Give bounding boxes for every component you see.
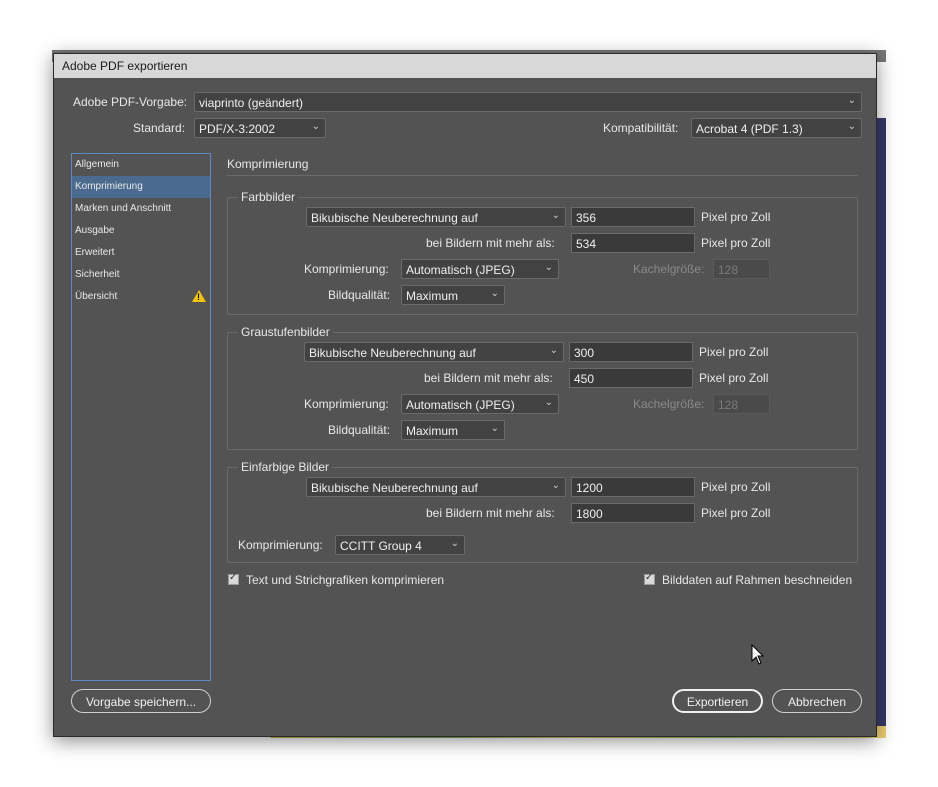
compat-value: Acrobat 4 (PDF 1.3) (696, 122, 803, 136)
sidebar-item-label: Komprimierung (75, 181, 143, 192)
sidebar-item-label: Allgemein (75, 159, 119, 170)
mono-images-title: Einfarbige Bilder (238, 460, 333, 474)
gray-tile-field[interactable]: 128 (713, 394, 770, 414)
color-images-title: Farbbilder (238, 190, 299, 204)
sidebar-item-label: Übersicht (75, 291, 118, 302)
gray-resample-select[interactable]: Bikubische Neuberechnung auf ⌄ (304, 342, 564, 362)
color-quality-select[interactable]: Maximum ⌄ (401, 285, 505, 305)
cancel-button[interactable]: Abbrechen (772, 689, 862, 713)
crop-image-checkbox[interactable] (644, 572, 655, 585)
color-above-unit: Pixel pro Zoll (701, 236, 771, 250)
sidebar-item-ausgabe[interactable]: Ausgabe (72, 220, 210, 242)
color-resample-value: Bikubische Neuberechnung auf (311, 211, 478, 225)
mono-resample-select[interactable]: Bikubische Neuberechnung auf ⌄ (306, 477, 566, 497)
mono-above-unit: Pixel pro Zoll (701, 506, 771, 520)
standard-label: Standard: (133, 121, 186, 135)
mono-compression-select[interactable]: CCITT Group 4 ⌄ (335, 535, 465, 555)
color-quality-label: Bildqualität: (328, 288, 391, 302)
chevron-down-icon: ⌄ (551, 210, 560, 221)
compat-select[interactable]: Acrobat 4 (PDF 1.3) ⌄ (691, 118, 862, 138)
gray-quality-value: Maximum (406, 424, 459, 438)
chevron-down-icon: ⌄ (551, 480, 560, 491)
chevron-down-icon: ⌄ (847, 95, 856, 106)
chevron-down-icon: ⌄ (847, 121, 856, 132)
sidebar-item-label: Erweitert (75, 247, 115, 258)
sidebar-nav: Allgemein Komprimierung Marken und Ansch… (71, 153, 211, 681)
section-title: Komprimierung (227, 157, 309, 171)
standard-select[interactable]: PDF/X-3:2002 ⌄ (194, 118, 326, 138)
color-resample-select[interactable]: Bikubische Neuberechnung auf ⌄ (306, 207, 566, 227)
sidebar-item-label: Ausgabe (75, 225, 115, 236)
color-compression-value: Automatisch (JPEG) (406, 263, 515, 277)
sidebar-item-allgemein[interactable]: Allgemein (72, 154, 210, 176)
chevron-down-icon: ⌄ (490, 288, 499, 299)
chevron-down-icon: ⌄ (544, 397, 553, 408)
color-compression-label: Komprimierung: (304, 262, 389, 276)
gray-ppi-field[interactable]: 300 (569, 342, 693, 362)
preset-label: Adobe PDF-Vorgabe: (73, 95, 188, 109)
gray-compression-label: Komprimierung: (304, 397, 389, 411)
mono-above-label: bei Bildern mit mehr als: (426, 506, 555, 520)
mono-above-field[interactable]: 1800 (571, 503, 695, 523)
sidebar-item-uebersicht[interactable]: Übersicht ! (72, 286, 210, 308)
warning-icon: ! (192, 290, 206, 302)
gray-above-field[interactable]: 450 (569, 368, 693, 388)
color-quality-value: Maximum (406, 289, 459, 303)
preset-select[interactable]: viaprinto (geändert) ⌄ (194, 92, 862, 112)
compat-label: Kompatibilität: (603, 121, 679, 135)
color-ppi-field[interactable]: 356 (571, 207, 695, 227)
gray-compression-value: Automatisch (JPEG) (406, 398, 515, 412)
section-divider (227, 175, 858, 176)
gray-quality-select[interactable]: Maximum ⌄ (401, 420, 505, 440)
mouse-cursor-icon (751, 644, 765, 665)
color-above-label: bei Bildern mit mehr als: (426, 236, 555, 250)
window-title: Adobe PDF exportieren (62, 59, 188, 73)
standard-value: PDF/X-3:2002 (199, 122, 276, 136)
color-tile-field[interactable]: 128 (713, 259, 770, 279)
gray-tile-label: Kachelgröße: (633, 397, 705, 411)
save-preset-button[interactable]: Vorgabe speichern... (71, 689, 211, 713)
compress-text-label: Text und Strichgrafiken komprimieren (246, 573, 445, 587)
sidebar-item-erweitert[interactable]: Erweitert (72, 242, 210, 264)
gray-resample-value: Bikubische Neuberechnung auf (309, 346, 476, 360)
color-tile-label: Kachelgröße: (633, 262, 705, 276)
color-ppi-unit: Pixel pro Zoll (701, 210, 771, 224)
gray-above-label: bei Bildern mit mehr als: (424, 371, 553, 385)
color-above-field[interactable]: 534 (571, 233, 695, 253)
compress-text-checkbox[interactable] (228, 572, 239, 585)
mono-resample-value: Bikubische Neuberechnung auf (311, 481, 478, 495)
crop-image-label: Bilddaten auf Rahmen beschneiden (662, 573, 853, 587)
chevron-down-icon: ⌄ (311, 121, 320, 132)
sidebar-item-label: Sicherheit (75, 269, 120, 280)
sidebar-item-label: Marken und Anschnitt (75, 203, 172, 214)
mono-compression-value: CCITT Group 4 (340, 539, 422, 553)
gray-images-title: Graustufenbilder (238, 325, 333, 339)
title-bar: Adobe PDF exportieren (54, 54, 876, 78)
color-compression-select[interactable]: Automatisch (JPEG) ⌄ (401, 259, 559, 279)
chevron-down-icon: ⌄ (544, 262, 553, 273)
gray-compression-select[interactable]: Automatisch (JPEG) ⌄ (401, 394, 559, 414)
export-button[interactable]: Exportieren (672, 689, 763, 713)
sidebar-item-sicherheit[interactable]: Sicherheit (72, 264, 210, 286)
chevron-down-icon: ⌄ (450, 538, 459, 549)
gray-quality-label: Bildqualität: (328, 423, 391, 437)
sidebar-item-marken[interactable]: Marken und Anschnitt (72, 198, 210, 220)
mono-ppi-field[interactable]: 1200 (571, 477, 695, 497)
sidebar-item-komprimierung[interactable]: Komprimierung (72, 176, 210, 198)
gray-ppi-unit: Pixel pro Zoll (699, 345, 769, 359)
chevron-down-icon: ⌄ (549, 345, 558, 356)
chevron-down-icon: ⌄ (490, 423, 499, 434)
mono-compression-label: Komprimierung: (238, 538, 323, 552)
preset-value: viaprinto (geändert) (199, 96, 304, 110)
pdf-export-dialog: Adobe PDF exportieren Adobe PDF-Vorgabe:… (53, 53, 877, 737)
mono-ppi-unit: Pixel pro Zoll (701, 480, 771, 494)
gray-above-unit: Pixel pro Zoll (699, 371, 769, 385)
